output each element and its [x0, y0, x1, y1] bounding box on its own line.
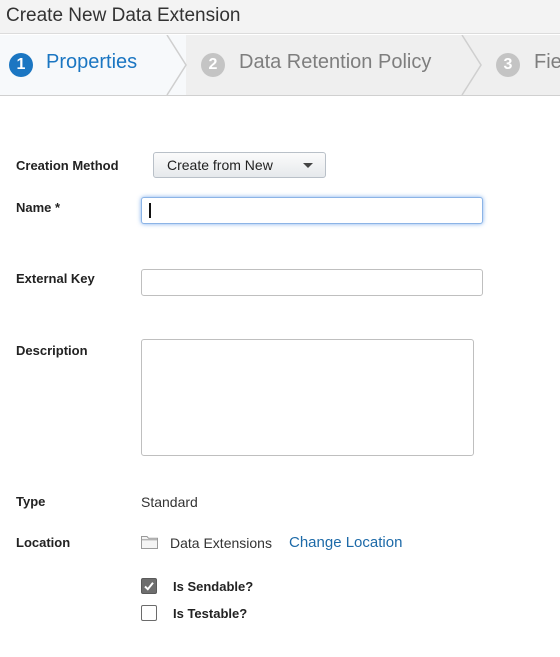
step-number-2: 2: [201, 53, 225, 77]
is-testable-label: Is Testable?: [173, 606, 248, 621]
wizard-steps: 1 Properties 2 Data Retention Policy 3 F…: [0, 35, 560, 96]
caret-down-icon: [303, 163, 313, 168]
is-testable-checkbox[interactable]: [141, 605, 157, 621]
name-input[interactable]: [141, 197, 483, 224]
type-label: Type: [16, 494, 46, 509]
text-cursor: [149, 203, 151, 218]
location-label: Location: [16, 535, 71, 550]
wizard-step-data-retention-policy[interactable]: 2 Data Retention Policy: [188, 35, 478, 95]
name-label: Name *: [16, 200, 61, 215]
step-label-fields: Fie: [534, 51, 560, 73]
creation-method-label: Creation Method: [16, 158, 119, 173]
creation-method-value: Create from New: [167, 157, 273, 173]
description-textarea[interactable]: [141, 339, 474, 456]
external-key-label: External Key: [16, 271, 95, 286]
step-number-3: 3: [496, 53, 520, 77]
type-value: Standard: [141, 494, 198, 510]
wizard-step-fields[interactable]: 3 Fie: [484, 35, 560, 95]
is-sendable-checkbox[interactable]: [141, 578, 157, 594]
page-title: Create New Data Extension: [6, 5, 241, 26]
location-folder-name: Data Extensions: [170, 535, 272, 551]
checkmark-icon: [144, 582, 154, 591]
change-location-link[interactable]: Change Location: [289, 534, 402, 551]
is-sendable-label: Is Sendable?: [173, 579, 254, 594]
title-bar: Create New Data Extension: [0, 0, 560, 34]
step-label-data-retention-policy: Data Retention Policy: [239, 51, 432, 73]
creation-method-dropdown[interactable]: Create from New: [153, 152, 326, 178]
description-label: Description: [16, 343, 88, 358]
external-key-input[interactable]: [141, 269, 483, 296]
folder-icon: [141, 536, 158, 549]
